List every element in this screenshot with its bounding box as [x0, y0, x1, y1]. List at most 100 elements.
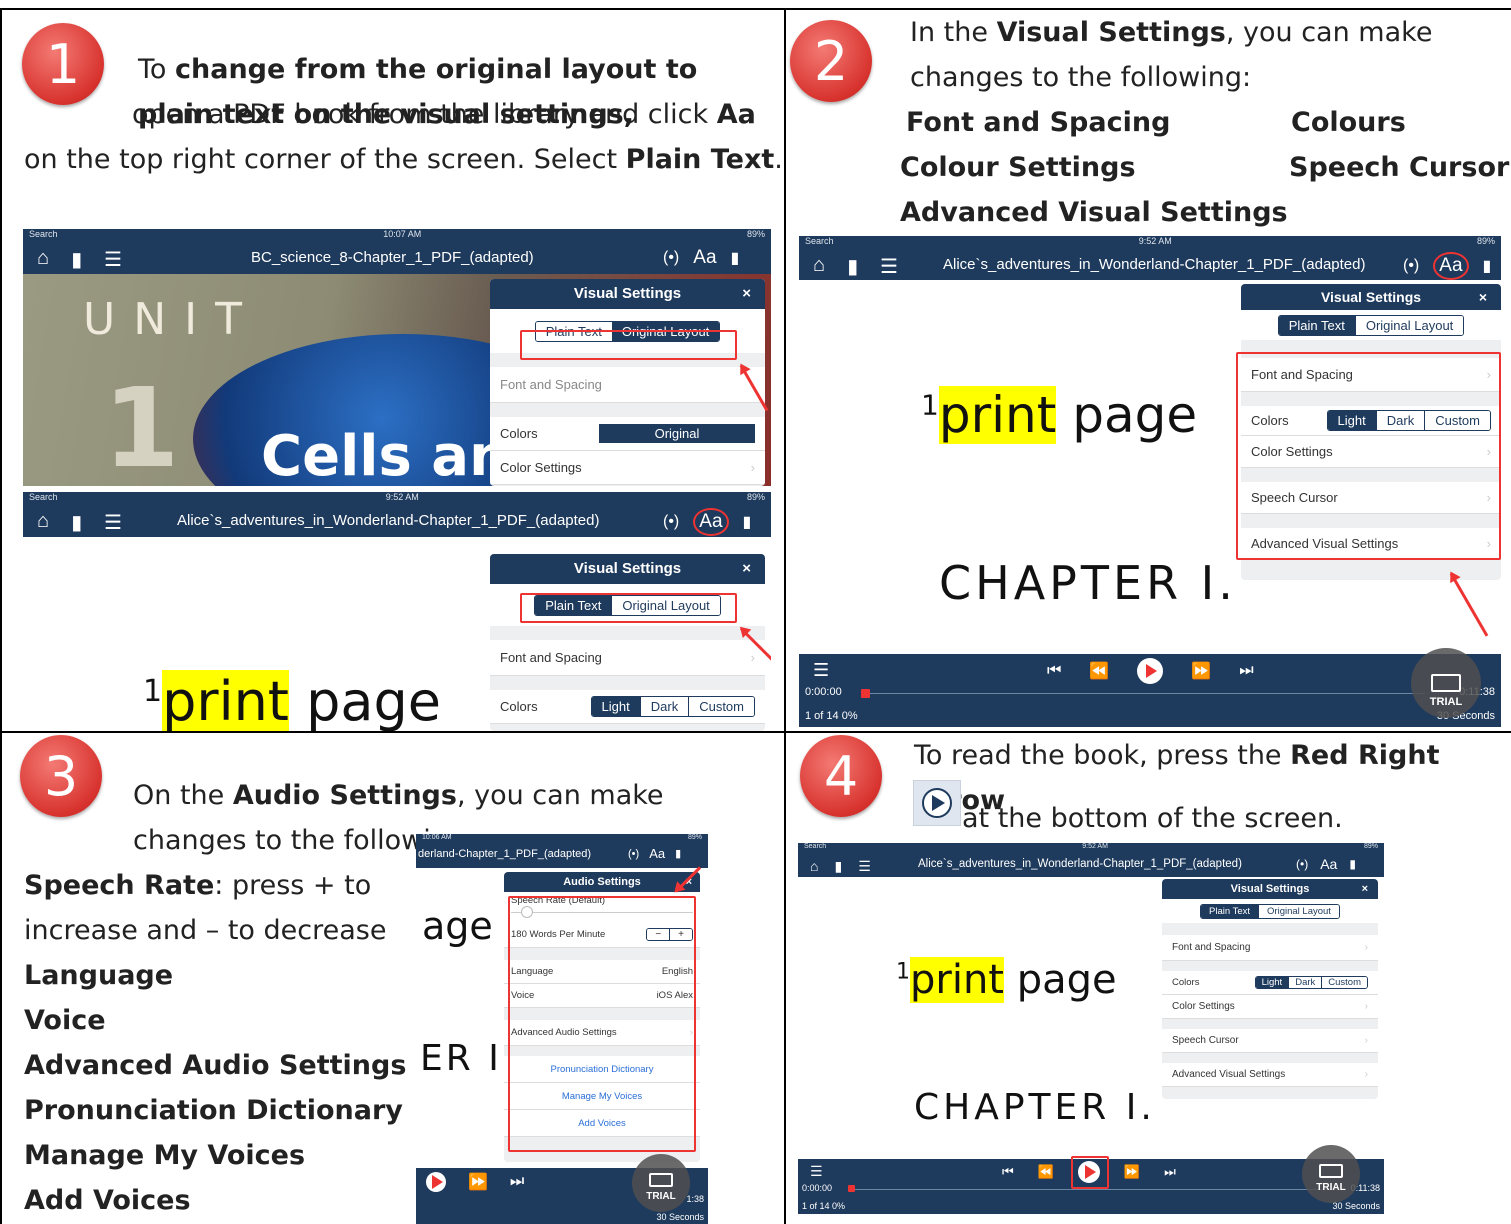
step-1-paragraph: open a PDF book from the library and cli… [24, 92, 784, 182]
speaker-icon[interactable]: (•) [1296, 857, 1308, 871]
settings-toggle-icon[interactable]: ☰ [104, 247, 122, 272]
document-icon[interactable]: ▮ [71, 510, 82, 535]
plain-text-option[interactable]: Plain Text [1278, 315, 1355, 335]
font-spacing-row[interactable]: Font and Spacing › [490, 640, 765, 676]
step-4-badge: 4 [800, 735, 882, 817]
fast-forward-icon[interactable]: ⏩ [468, 1172, 488, 1192]
home-icon[interactable]: ⌂ [810, 858, 818, 875]
plain-text-option[interactable]: Plain Text [1201, 904, 1259, 918]
item-speech-cursor: Speech Cursor [1289, 152, 1510, 183]
color-mode-control[interactable]: Light Dark Custom [590, 696, 755, 717]
colors-row: Colors Light Dark Custom [1162, 971, 1378, 995]
aa-button[interactable]: Aa [693, 508, 729, 536]
nav-row: ⌂ ▮ ☰ Alice`s_adventures_in_Wonderland-Cha… [799, 252, 1501, 280]
speaker-icon[interactable]: (•) [663, 513, 679, 531]
skip-end-icon[interactable]: ⏭ [1239, 662, 1253, 680]
layout-segmented-control[interactable]: Plain Text Original Layout [1200, 903, 1340, 919]
color-settings-row[interactable]: Color Settings › [490, 451, 765, 485]
home-icon[interactable]: ⌂ [37, 247, 49, 272]
original-layout-option[interactable]: Original Layout [1354, 315, 1464, 335]
panel-header: Visual Settings × [490, 554, 765, 584]
close-icon[interactable]: × [1479, 284, 1487, 310]
settings-toggle-icon[interactable]: ☰ [858, 858, 871, 875]
chapter-heading: CHAPTER I. [939, 556, 1237, 610]
step-1-bold-plain-text: Plain Text [625, 144, 775, 175]
light-option[interactable]: Light [1255, 977, 1289, 988]
speaker-icon[interactable]: (•) [628, 848, 639, 860]
color-settings-row[interactable]: Color Settings › [1162, 995, 1378, 1019]
progress-handle[interactable] [848, 1185, 855, 1192]
speech-cursor-row[interactable]: Speech Cursor › [1162, 1029, 1378, 1053]
nav-row: ⌂ ▮ ☰ Alice`s_adventures_in_Wonderland-Cha… [23, 508, 771, 536]
chapter-text-fragment: ER I [420, 1038, 502, 1079]
book-title: Alice`s_adventures_in_Wonderland-Chapter… [918, 858, 1242, 870]
fast-forward-icon[interactable]: ⏩ [1191, 661, 1211, 681]
bookmark-icon[interactable]: ▮ [1483, 256, 1492, 276]
close-icon[interactable]: × [742, 554, 751, 584]
play-button[interactable] [1137, 658, 1164, 684]
document-icon[interactable]: ▮ [834, 858, 842, 875]
close-icon[interactable]: × [1362, 879, 1368, 899]
step-1-text-3: on the top right corner of the screen. S… [24, 144, 626, 175]
fast-forward-icon[interactable]: ⏩ [1124, 1164, 1140, 1180]
aa-button[interactable]: Aa [1433, 252, 1469, 280]
document-icon[interactable]: ▮ [71, 247, 82, 272]
custom-option[interactable]: Custom [1321, 977, 1367, 988]
list-icon[interactable]: ☰ [813, 660, 829, 681]
unit-heading: UNIT [83, 294, 260, 345]
document-icon[interactable]: ▮ [847, 254, 858, 279]
progress-track[interactable] [852, 1189, 1332, 1190]
page-text-fragment: age [422, 904, 493, 948]
dark-option[interactable]: Dark [1288, 977, 1322, 988]
panel-header: Visual Settings × [1162, 879, 1378, 899]
skip-start-icon[interactable]: ⏮ [1047, 662, 1061, 680]
item-advanced-visual: Advanced Visual Settings [900, 197, 1288, 228]
close-icon[interactable]: × [742, 279, 751, 309]
step-3-badge: 3 [20, 735, 102, 817]
rewind-icon[interactable]: ⏪ [1089, 661, 1109, 681]
progress-handle[interactable] [861, 689, 870, 698]
play-button[interactable] [426, 1172, 446, 1192]
original-layout-option[interactable]: Original Layout [1258, 904, 1339, 918]
progress-track[interactable] [865, 693, 1425, 694]
step-1-text-4: . [774, 144, 783, 175]
book-title: Alice`s_adventures_in_Wonderland-Chapter… [177, 512, 600, 529]
advanced-visual-row[interactable]: Advanced Visual Settings › [1162, 1063, 1378, 1087]
light-option[interactable]: Light [591, 697, 640, 716]
original-color-option[interactable]: Original [599, 424, 755, 443]
step-4-line-2: at the bottom of the screen. [962, 803, 1343, 834]
dark-option[interactable]: Dark [639, 697, 689, 716]
speaker-icon[interactable]: (•) [663, 249, 679, 267]
skip-start-icon[interactable]: ⏮ [1002, 1164, 1014, 1180]
status-bar: 10:06 AM 89% [422, 834, 702, 841]
color-mode-control[interactable]: Light Dark Custom [1254, 976, 1368, 989]
font-spacing-row[interactable]: Font and Spacing [490, 367, 765, 403]
home-icon[interactable]: ⌂ [37, 510, 49, 535]
nav-row: ⌂ ▮ ☰ Alice`s_adventures_in_Wonderland-Cha… [798, 855, 1384, 877]
speaker-icon[interactable]: (•) [1403, 257, 1419, 275]
rewind-icon[interactable]: ⏪ [1038, 1164, 1054, 1180]
bookmark-icon[interactable]: ▮ [1349, 857, 1356, 871]
settings-toggle-icon[interactable]: ☰ [880, 254, 898, 279]
print-page-text: 1print page [896, 957, 1117, 1003]
visual-settings-panel: Visual Settings × Plain Text Original Layo… [490, 554, 765, 731]
bookmark-icon[interactable]: ▮ [675, 847, 681, 860]
list-icon[interactable]: ☰ [810, 1163, 823, 1180]
settings-toggle-icon[interactable]: ☰ [104, 510, 122, 535]
trial-badge: TRIAL [1411, 648, 1481, 718]
highlight-box [520, 593, 737, 623]
font-spacing-row[interactable]: Font and Spacing › [1162, 935, 1378, 961]
step-1-bold-aa: Aa [716, 99, 756, 130]
bookmark-icon[interactable]: ▮ [743, 512, 752, 532]
custom-option[interactable]: Custom [688, 697, 754, 716]
aa-button[interactable]: Aa [693, 247, 716, 269]
layout-segmented-control[interactable]: Plain Text Original Layout [1277, 314, 1465, 336]
skip-end-icon[interactable]: ⏭ [1164, 1164, 1176, 1180]
home-icon[interactable]: ⌂ [813, 254, 825, 279]
bookmark-icon[interactable]: ▮ [731, 248, 740, 268]
screenshot-alice-playback: Search 9:52 AM 89% ⌂ ▮ ☰ Alice`s_adventures_… [798, 843, 1384, 1214]
layout-toggle-row: Plain Text Original Layout [1162, 899, 1378, 923]
skip-end-icon[interactable]: ⏭ [510, 1173, 524, 1191]
aa-button[interactable]: Aa [1320, 856, 1337, 872]
aa-button[interactable]: Aa [649, 846, 665, 861]
